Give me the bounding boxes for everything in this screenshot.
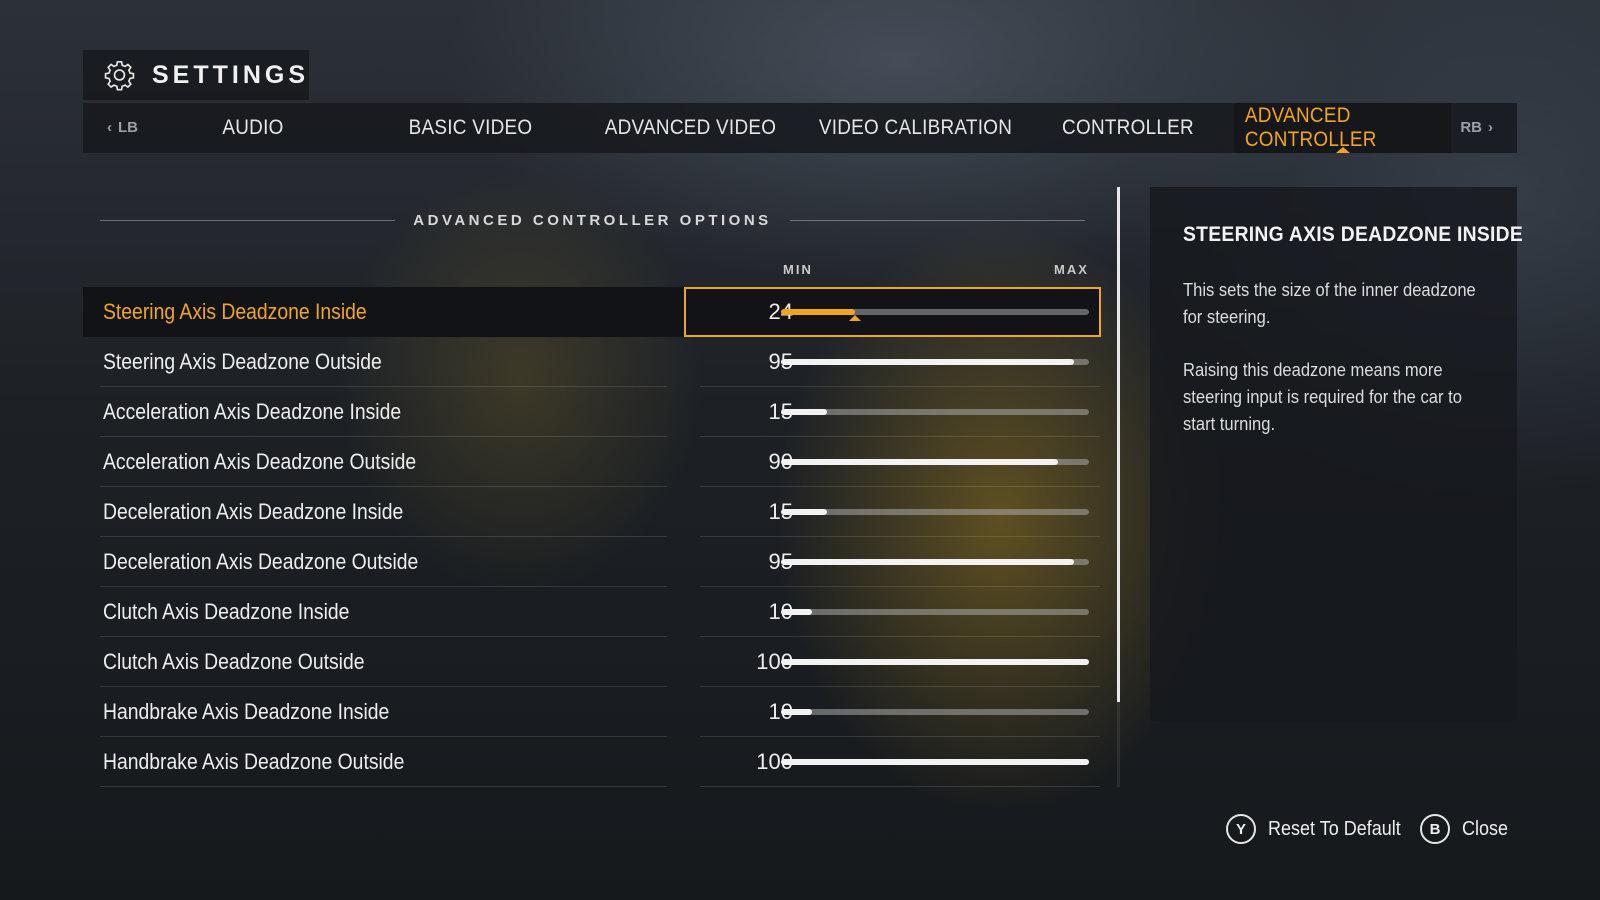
next-tab-bumper[interactable]: RB › (1460, 119, 1493, 136)
gear-icon (104, 60, 135, 91)
tab-basic-video[interactable]: BASIC VIDEO (392, 103, 550, 153)
option-value: 10 (768, 698, 793, 724)
lb-label: LB (118, 119, 138, 136)
slider-fill (781, 609, 812, 615)
option-label: Handbrake Axis Deadzone Inside (103, 687, 428, 736)
option-row[interactable]: Steering Axis Deadzone Inside 24 (83, 287, 1101, 337)
slider-track[interactable] (781, 459, 1089, 465)
option-label: Acceleration Axis Deadzone Outside (103, 437, 459, 486)
option-label: Handbrake Axis Deadzone Outside (103, 737, 445, 786)
slider-fill (781, 659, 1089, 665)
option-label: Deceleration Axis Deadzone Inside (103, 487, 444, 536)
slider-thumb-marker[interactable] (848, 315, 861, 321)
tab-advanced-controller[interactable]: ADVANCED CONTROLLER (1234, 103, 1451, 153)
divider (789, 219, 1085, 221)
tab-audio[interactable]: AUDIO (208, 103, 298, 153)
tab-advanced-video[interactable]: ADVANCED VIDEO (598, 103, 783, 153)
slider-fill (781, 409, 828, 415)
option-row[interactable]: Clutch Axis Deadzone Outside 100 (83, 637, 1101, 687)
row-divider (700, 786, 1100, 787)
b-button-icon: B (1420, 814, 1450, 844)
rb-label: RB (1460, 119, 1482, 136)
option-label: Deceleration Axis Deadzone Outside (103, 537, 461, 586)
y-button-icon: Y (1226, 814, 1256, 844)
option-row[interactable]: Steering Axis Deadzone Outside 95 (83, 337, 1101, 387)
close-button[interactable]: B Close (1420, 812, 1513, 846)
option-row[interactable]: Acceleration Axis Deadzone Outside 90 (83, 437, 1101, 487)
slider-track[interactable] (781, 309, 1089, 321)
slider-track[interactable] (781, 759, 1089, 765)
tab-controller[interactable]: CONTROLLER (1052, 103, 1205, 153)
option-label-text: Acceleration Axis Deadzone Inside (103, 398, 402, 424)
option-value: 24 (768, 298, 793, 324)
option-label-text: Handbrake Axis Deadzone Outside (103, 748, 405, 774)
options-list: Steering Axis Deadzone Inside 24 Steering … (83, 287, 1101, 787)
option-value: 90 (768, 448, 793, 474)
option-row[interactable]: Acceleration Axis Deadzone Inside 15 (83, 387, 1101, 437)
option-value: 95 (768, 548, 793, 574)
slider-min-label: MIN (783, 262, 813, 277)
option-label-text: Clutch Axis Deadzone Outside (103, 648, 365, 674)
slider-track[interactable] (781, 609, 1089, 615)
slider-track[interactable] (781, 359, 1089, 365)
slider-fill (781, 359, 1074, 365)
option-row[interactable]: Clutch Axis Deadzone Inside 10 (83, 587, 1101, 637)
slider-fill (781, 459, 1059, 465)
close-label: Close (1462, 817, 1509, 840)
option-value: 15 (768, 498, 793, 524)
option-value: 15 (768, 398, 793, 424)
option-row[interactable]: Handbrake Axis Deadzone Outside 100 (83, 737, 1101, 787)
divider (100, 219, 396, 221)
chevron-left-icon: ‹ (107, 119, 112, 136)
description-paragraph: Raising this deadzone means more steerin… (1183, 360, 1462, 434)
description-title: STEERING AXIS DEADZONE INSIDE (1183, 223, 1524, 246)
scrollbar-thumb[interactable] (1117, 187, 1120, 702)
slider-track[interactable] (781, 659, 1089, 665)
option-label-text: Steering Axis Deadzone Inside (103, 298, 367, 324)
option-label-text: Clutch Axis Deadzone Inside (103, 598, 350, 624)
prev-tab-bumper[interactable]: ‹ LB (107, 119, 138, 136)
slider-fill (781, 509, 828, 515)
slider-fill (781, 759, 1089, 765)
option-value: 100 (756, 648, 793, 674)
slider-fill (781, 559, 1074, 565)
option-label: Acceleration Axis Deadzone Inside (103, 387, 442, 436)
slider-track[interactable] (781, 709, 1089, 715)
description-paragraph: This sets the size of the inner deadzone… (1183, 280, 1476, 327)
option-row[interactable]: Deceleration Axis Deadzone Inside 15 (83, 487, 1101, 537)
reset-label: Reset To Default (1268, 817, 1401, 840)
section-title: ADVANCED CONTROLLER OPTIONS (413, 211, 772, 229)
option-value: 100 (756, 748, 793, 774)
option-label: Steering Axis Deadzone Inside (103, 287, 403, 336)
tab-advanced-controller-label: ADVANCED CONTROLLER (1244, 104, 1377, 151)
description-panel: STEERING AXIS DEADZONE INSIDE This sets … (1150, 187, 1524, 721)
settings-tab-bar: ‹ LB AUDIO BASIC VIDEO ADVANCED VIDEO VI… (83, 103, 1517, 153)
option-label-text: Deceleration Axis Deadzone Outside (103, 548, 419, 574)
option-value: 10 (768, 598, 793, 624)
slider-track[interactable] (781, 559, 1089, 565)
option-label: Steering Axis Deadzone Outside (103, 337, 420, 386)
option-value: 95 (768, 348, 793, 374)
options-scrollbar[interactable] (1117, 187, 1120, 787)
option-label: Clutch Axis Deadzone Inside (103, 587, 383, 636)
reset-to-default-button[interactable]: Y Reset To Default (1226, 812, 1416, 846)
section-header: ADVANCED CONTROLLER OPTIONS (100, 208, 1085, 232)
slider-track[interactable] (781, 409, 1089, 415)
option-label-text: Handbrake Axis Deadzone Inside (103, 698, 390, 724)
option-row[interactable]: Handbrake Axis Deadzone Inside 10 (83, 687, 1101, 737)
row-divider (100, 786, 667, 787)
settings-header: SETTINGS (83, 50, 309, 100)
option-label-text: Deceleration Axis Deadzone Inside (103, 498, 404, 524)
tab-video-calibration[interactable]: VIDEO CALIBRATION (814, 103, 1017, 153)
slider-fill (781, 309, 855, 315)
slider-fill (781, 709, 812, 715)
slider-max-label: MAX (1054, 262, 1089, 277)
option-label-text: Acceleration Axis Deadzone Outside (103, 448, 417, 474)
option-label: Clutch Axis Deadzone Outside (103, 637, 400, 686)
chevron-right-icon: › (1488, 119, 1493, 136)
slider-track[interactable] (781, 509, 1089, 515)
page-title: SETTINGS (151, 60, 309, 89)
option-row[interactable]: Deceleration Axis Deadzone Outside 95 (83, 537, 1101, 587)
option-label-text: Steering Axis Deadzone Outside (103, 348, 382, 374)
